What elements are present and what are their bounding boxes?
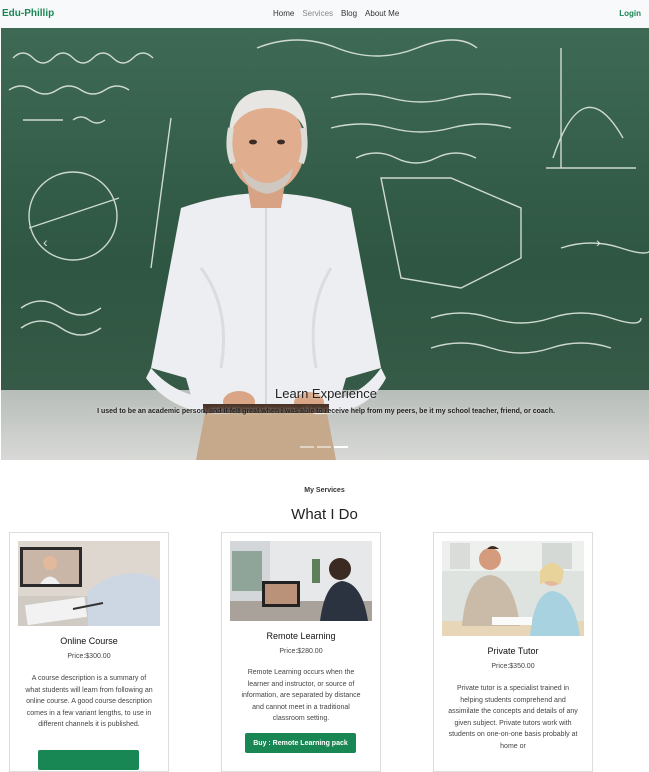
card-description: Private tutor is a specialist trained in… <box>448 685 578 750</box>
hero-carousel: ‹ › Learn Experience I used to be an aca… <box>1 28 649 460</box>
carousel-indicator-3[interactable] <box>334 446 348 448</box>
hero-title: Learn Experience <box>275 386 377 401</box>
remote-learning-image <box>230 541 372 621</box>
card-description: Remote Learning occurs when the learner … <box>241 669 361 722</box>
nav-link-blog[interactable]: Blog <box>341 9 357 18</box>
service-card-online-course: Online Course Price:$300.00 A course des… <box>9 532 169 772</box>
brand-logo[interactable]: Edu-Phillip <box>2 8 54 19</box>
card-price: Price:$280.00 <box>279 648 323 655</box>
section-heading: What I Do <box>291 506 358 523</box>
card-price: Price:$350.00 <box>491 663 535 670</box>
nav-link-services[interactable]: Services <box>302 9 333 18</box>
online-course-image <box>18 541 160 626</box>
navbar: Edu-Phillip Home Services Blog About Me … <box>0 0 649 28</box>
carousel-next-icon[interactable]: › <box>596 234 601 250</box>
hero-caption: Learn Experience I used to be an academi… <box>61 386 591 417</box>
card-title: Remote Learning <box>266 631 336 641</box>
buy-online-course-button[interactable] <box>38 750 139 770</box>
card-title: Online Course <box>60 636 118 646</box>
nav-link-home[interactable]: Home <box>273 9 294 18</box>
carousel-prev-icon[interactable]: ‹ <box>43 234 48 250</box>
private-tutor-image <box>442 541 584 636</box>
buy-remote-learning-button[interactable]: Buy : Remote Learning pack <box>245 733 356 753</box>
card-description: A course description is a summary of wha… <box>25 675 153 728</box>
card-title: Private Tutor <box>487 646 539 656</box>
nav-link-about[interactable]: About Me <box>365 9 399 18</box>
hero-text: I used to be an academic person, and it … <box>97 408 555 415</box>
section-eyebrow: My Services <box>304 487 345 494</box>
service-card-private-tutor: Private Tutor Price:$350.00 Private tuto… <box>433 532 593 772</box>
carousel-indicator-1[interactable] <box>300 446 314 448</box>
service-card-remote-learning: Remote Learning Price:$280.00 Remote Lea… <box>221 532 381 772</box>
card-price: Price:$300.00 <box>67 653 111 660</box>
login-link[interactable]: Login <box>619 9 641 18</box>
carousel-indicator-2[interactable] <box>317 446 331 448</box>
nav-links: Home Services Blog About Me <box>273 9 399 18</box>
carousel-indicators <box>300 446 348 448</box>
